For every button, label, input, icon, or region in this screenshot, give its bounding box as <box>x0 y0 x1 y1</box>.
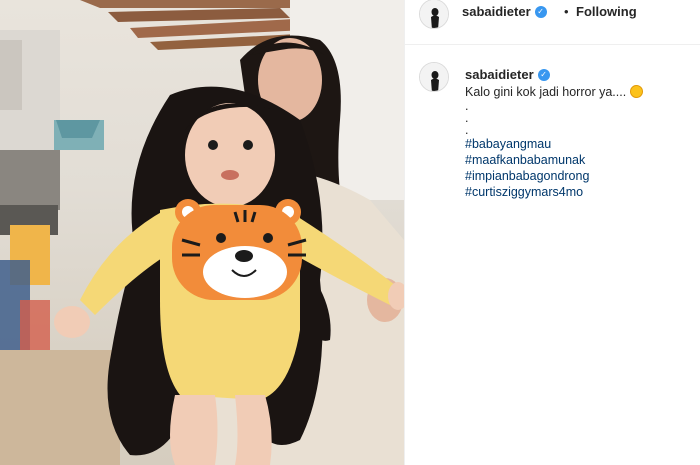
hashtag-link[interactable]: #curtisziggymars4mo <box>465 184 689 200</box>
tiger-bib <box>172 199 307 300</box>
avatar[interactable] <box>419 0 449 29</box>
caption-text: Kalo gini kok jadi horror ya.... . . . #… <box>465 84 689 200</box>
post-photo[interactable] <box>0 0 404 465</box>
avatar-image <box>420 63 448 91</box>
verified-badge-icon: ✓ <box>537 68 550 81</box>
hashtag-link[interactable]: #impianbabagondrong <box>465 168 689 184</box>
hashtag-link[interactable]: #babayangmau <box>465 136 689 152</box>
username-text[interactable]: sabaidieter <box>462 4 531 19</box>
caption-period: . <box>465 111 469 125</box>
caption-period: . <box>465 123 469 137</box>
caption-line: Kalo gini kok jadi horror ya.... <box>465 84 689 100</box>
separator-dot: • <box>564 4 569 19</box>
avatar[interactable] <box>419 62 449 92</box>
avatar-image <box>420 0 448 28</box>
caption-period: . <box>465 99 469 113</box>
post-username[interactable]: sabaidieter ✓ <box>462 4 547 19</box>
hashtag-link[interactable]: #maafkanbabamunak <box>465 152 689 168</box>
caption-body: Kalo gini kok jadi horror ya.... <box>465 85 627 99</box>
laughing-emoji-icon <box>629 85 643 99</box>
following-button[interactable]: Following <box>576 4 637 19</box>
username-text[interactable]: sabaidieter <box>465 67 534 82</box>
post-header: sabaidieter ✓ • Following <box>405 0 700 45</box>
verified-badge-icon: ✓ <box>534 5 547 18</box>
post-sidebar: sabaidieter ✓ • Following sabaidieter ✓ Ka… <box>404 0 700 465</box>
photo-illustration <box>0 0 404 465</box>
caption-username[interactable]: sabaidieter ✓ <box>465 67 550 82</box>
